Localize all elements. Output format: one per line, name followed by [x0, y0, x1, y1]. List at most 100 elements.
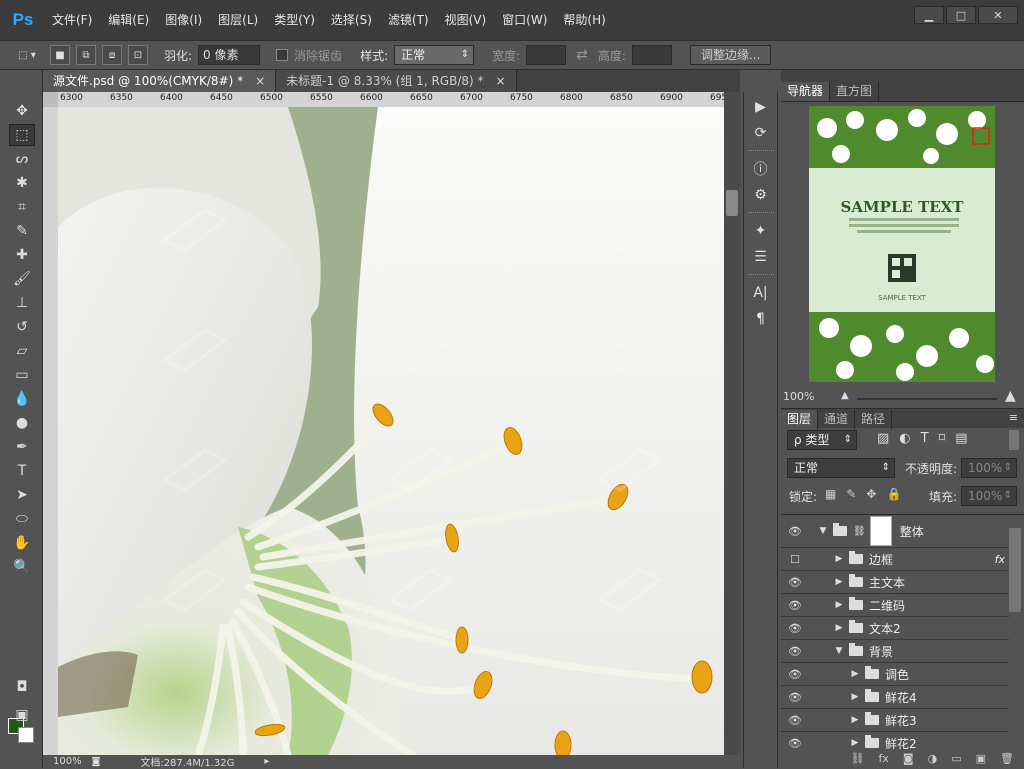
tab-channels[interactable]: 通道 [818, 410, 856, 429]
menu-item[interactable]: 视图(V) [437, 0, 495, 40]
close-button[interactable]: ✕ [978, 6, 1018, 24]
layer-filter-dropdown[interactable]: ρ 类型 [787, 430, 857, 450]
add-mask-icon[interactable]: ◙ [903, 752, 914, 768]
eye-icon[interactable]: 👁 [781, 599, 809, 612]
filter-image-icon[interactable]: ▨ [877, 431, 889, 446]
style-select[interactable]: 正常 [394, 45, 475, 65]
actions-icon[interactable]: ▶ [748, 96, 774, 118]
status-menu-arrow-icon[interactable]: ▸ [264, 756, 269, 767]
blend-mode-dropdown[interactable]: 正常 [787, 458, 895, 478]
layers-scroll-thumb[interactable] [1009, 528, 1021, 612]
healing-brush-tool-icon[interactable]: ✚ [9, 244, 35, 266]
status-info-icon[interactable]: ◙ [92, 757, 101, 767]
navigator-zoom-value[interactable]: 100% [783, 390, 814, 403]
new-adjustment-icon[interactable]: ◑ [928, 752, 938, 768]
layer-row[interactable]: ☐ ▶ 边框 fx [781, 548, 1009, 571]
layer-row[interactable]: 👁 ▼ 背景 [781, 640, 1009, 663]
eye-icon[interactable]: 👁 [781, 576, 809, 589]
layer-row[interactable]: 👁 ▶ 鲜花2 [781, 732, 1009, 750]
tab-paths[interactable]: 路径 [855, 410, 893, 429]
collapsed-arrow-icon[interactable]: ▶ [849, 692, 861, 702]
new-group-icon[interactable]: ▭ [951, 752, 961, 768]
layer-mask-thumbnail[interactable] [869, 516, 892, 546]
menu-item[interactable]: 选择(S) [323, 0, 380, 40]
eye-icon[interactable]: 👁 [781, 714, 809, 727]
blend-mode-select[interactable]: 正常 [787, 458, 895, 478]
close-tab-icon[interactable]: × [496, 74, 506, 88]
zoom-level[interactable]: 100% [53, 756, 82, 767]
move-tool-icon[interactable]: ✥ [9, 100, 35, 122]
panel-menu-icon[interactable]: ≡ [1009, 411, 1018, 424]
refine-edge-button[interactable]: 调整边缘... [689, 45, 772, 65]
eyedropper-tool-icon[interactable]: ✎ [9, 220, 35, 242]
navigator-preview[interactable]: SAMPLE TEXT SAMPLE TEXT [809, 106, 995, 382]
eye-icon[interactable]: 👁 [781, 691, 809, 704]
tab-untitled[interactable]: 未标题-1 @ 8.33% (组 1, RGB/8) * × [276, 70, 517, 92]
document-canvas[interactable] [58, 107, 724, 755]
path-selection-tool-icon[interactable]: ➤ [9, 484, 35, 506]
collapsed-arrow-icon[interactable]: ▶ [849, 669, 861, 679]
clone-stamp-tool-icon[interactable]: ⊥ [9, 292, 35, 314]
expanded-arrow-icon[interactable]: ▼ [817, 526, 829, 536]
maximize-button[interactable]: □ [946, 6, 976, 24]
crop-tool-icon[interactable]: ⌗ [9, 196, 35, 218]
menu-item[interactable]: 编辑(E) [100, 0, 157, 40]
menu-item[interactable]: 图像(I) [157, 0, 210, 40]
lock-transparent-icon[interactable]: ▦ [825, 487, 836, 501]
dodge-tool-icon[interactable]: ● [9, 412, 35, 434]
antialias-checkbox[interactable] [276, 49, 289, 61]
zoom-in-icon[interactable]: ▲ [1005, 388, 1016, 404]
ruler-corner[interactable] [43, 92, 58, 107]
tab-source-file[interactable]: 源文件.psd @ 100%(CMYK/8#) * × [43, 70, 277, 92]
screen-mode-icon[interactable]: ▣ [9, 704, 35, 726]
gradient-tool-icon[interactable]: ▭ [9, 364, 35, 386]
adjustments-icon[interactable]: ☰ [748, 246, 774, 268]
mask-link-icon[interactable]: ⛓ [853, 526, 866, 537]
close-tab-icon[interactable]: × [255, 74, 265, 88]
canvas-scroll-thumb[interactable] [726, 190, 738, 216]
expanded-arrow-icon[interactable]: ▼ [833, 646, 845, 656]
layer-row[interactable]: 👁 ▶ 主文本 [781, 571, 1009, 594]
blur-tool-icon[interactable]: 💧 [9, 388, 35, 410]
background-color-swatch[interactable] [18, 727, 34, 743]
layer-row[interactable]: 👁 ▶ 调色 [781, 663, 1009, 686]
filter-adjustment-icon[interactable]: ◐ [899, 431, 910, 446]
properties-icon[interactable]: ⚙ [748, 184, 774, 206]
menu-item[interactable]: 滤镜(T) [380, 0, 437, 40]
zoom-tool-icon[interactable]: 🔍 [9, 556, 35, 578]
collapsed-arrow-icon[interactable]: ▶ [849, 738, 861, 748]
delete-layer-icon[interactable]: 🗑 [1000, 752, 1014, 768]
menu-item[interactable]: 窗口(W) [494, 0, 555, 40]
subtract-selection-icon[interactable]: ⧈ [102, 45, 122, 65]
filter-type-icon[interactable]: T [921, 431, 929, 446]
eye-icon[interactable]: 👁 [781, 668, 809, 681]
brush-tool-icon[interactable]: 🖌 [9, 268, 35, 290]
filter-smart-icon[interactable]: ▤ [955, 431, 967, 446]
quick-mask-icon[interactable]: ◘ [9, 676, 35, 698]
layer-effects-icon[interactable]: fx [995, 553, 1005, 566]
swap-icon[interactable]: ⇄ [576, 47, 588, 63]
lock-position-icon[interactable]: ✥ [866, 487, 876, 501]
new-layer-icon[interactable]: ▣ [976, 752, 986, 768]
layer-row[interactable]: 👁 ▶ 鲜花3 [781, 709, 1009, 732]
menu-item[interactable]: 帮助(H) [555, 0, 613, 40]
tab-histogram[interactable]: 直方图 [830, 82, 880, 101]
hidden-eye-box-icon[interactable]: ☐ [781, 553, 809, 566]
info-icon[interactable]: ⓘ [748, 158, 774, 180]
width-input[interactable] [526, 45, 567, 65]
paragraph-icon[interactable]: ¶ [748, 308, 774, 330]
layer-row[interactable]: 👁 ▼ ⛓ 整体 [781, 515, 1009, 548]
filter-shape-icon[interactable]: ⌑ [939, 431, 946, 446]
layer-filter-select[interactable]: ρ 类型 [787, 430, 857, 450]
layer-row[interactable]: 👁 ▶ 鲜花4 [781, 686, 1009, 709]
collapsed-arrow-icon[interactable]: ▶ [833, 554, 845, 564]
pen-tool-icon[interactable]: ✒ [9, 436, 35, 458]
lock-all-icon[interactable]: 🔒 [886, 487, 901, 501]
history-brush-tool-icon[interactable]: ↺ [9, 316, 35, 338]
hand-tool-icon[interactable]: ✋ [9, 532, 35, 554]
fill-input[interactable]: 100% [961, 486, 1017, 506]
lock-pixels-icon[interactable]: ✎ [846, 487, 856, 501]
history-icon[interactable]: ⟳ [748, 122, 774, 144]
collapsed-arrow-icon[interactable]: ▶ [833, 577, 845, 587]
menu-item[interactable]: 类型(Y) [266, 0, 323, 40]
